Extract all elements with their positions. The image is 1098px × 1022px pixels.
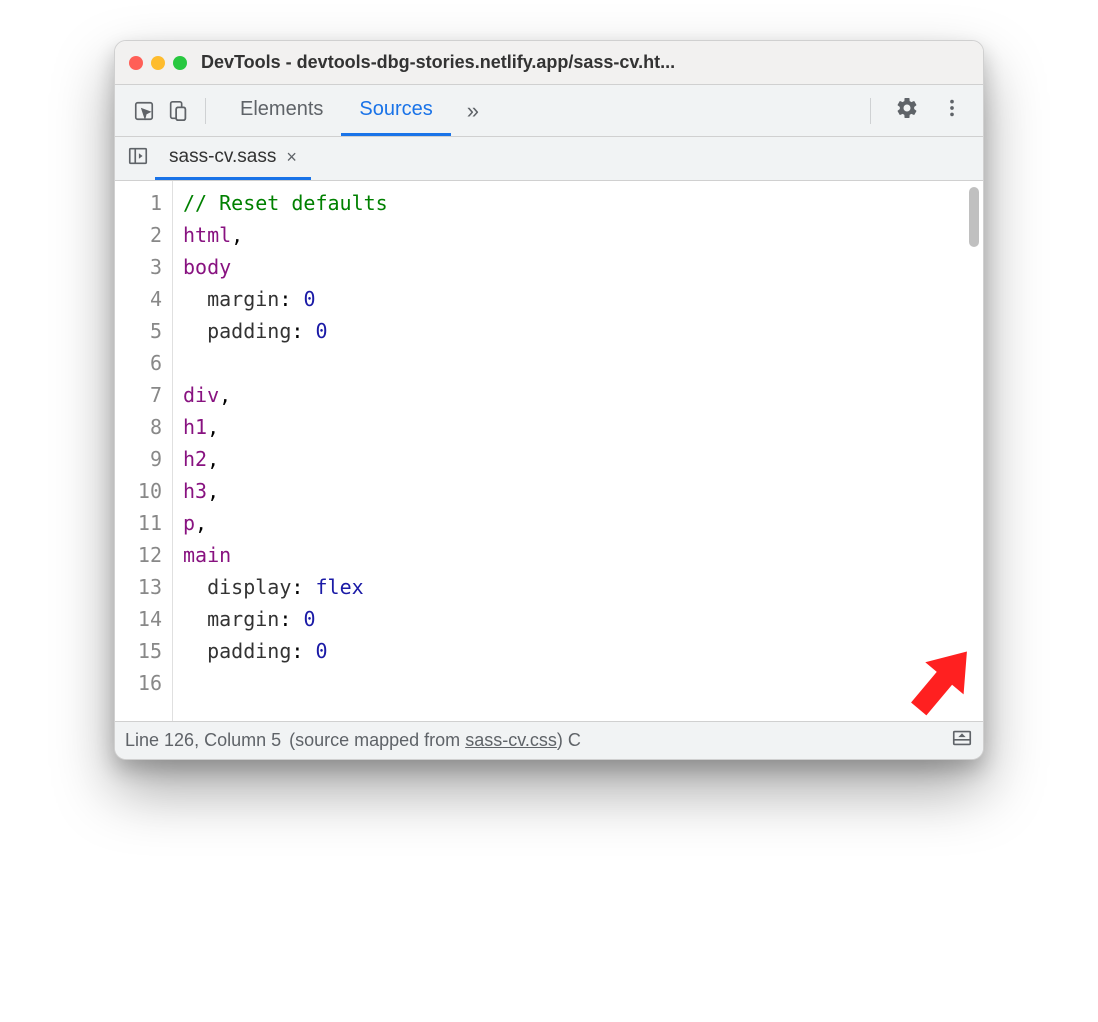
code-editor[interactable]: // Reset defaultshtml,body margin: 0 pad… xyxy=(173,181,983,721)
line-number: 16 xyxy=(115,667,162,699)
line-number: 5 xyxy=(115,315,162,347)
more-options-icon[interactable] xyxy=(933,93,971,128)
line-number: 15 xyxy=(115,635,162,667)
close-tab-icon[interactable]: × xyxy=(286,147,297,168)
code-line[interactable]: main xyxy=(183,539,983,571)
code-line[interactable]: h2, xyxy=(183,443,983,475)
line-number: 6 xyxy=(115,347,162,379)
code-line[interactable] xyxy=(183,347,983,379)
source-map-link[interactable]: sass-cv.css xyxy=(465,730,557,750)
line-number: 2 xyxy=(115,219,162,251)
code-line[interactable]: p, xyxy=(183,507,983,539)
editor-area: 12345678910111213141516 // Reset default… xyxy=(115,181,983,721)
line-number: 12 xyxy=(115,539,162,571)
code-line[interactable]: padding: 0 xyxy=(183,315,983,347)
code-line[interactable]: margin: 0 xyxy=(183,283,983,315)
line-number: 14 xyxy=(115,603,162,635)
code-line[interactable]: // Reset defaults xyxy=(183,187,983,219)
code-line[interactable]: h1, xyxy=(183,411,983,443)
code-line[interactable]: h3, xyxy=(183,475,983,507)
titlebar: DevTools - devtools-dbg-stories.netlify.… xyxy=(115,41,983,85)
cursor-position: Line 126, Column 5 xyxy=(125,730,281,751)
main-tabs: Elements Sources xyxy=(222,85,451,136)
code-line[interactable]: div, xyxy=(183,379,983,411)
separator xyxy=(205,98,206,124)
scrollbar-thumb[interactable] xyxy=(969,187,979,247)
source-map-info: (source mapped from sass-cv.css) C xyxy=(289,730,581,751)
device-toolbar-icon[interactable] xyxy=(161,94,195,128)
close-window-button[interactable] xyxy=(129,56,143,70)
statusbar: Line 126, Column 5 (source mapped from s… xyxy=(115,721,983,759)
code-line[interactable]: display: flex xyxy=(183,571,983,603)
code-line[interactable]: margin: 0 xyxy=(183,603,983,635)
file-tabs-row: sass-cv.sass × xyxy=(115,137,983,181)
separator xyxy=(870,98,871,124)
line-number: 3 xyxy=(115,251,162,283)
tab-elements[interactable]: Elements xyxy=(222,85,341,136)
drawer-toggle-icon[interactable] xyxy=(951,727,973,754)
line-number: 10 xyxy=(115,475,162,507)
inspect-element-icon[interactable] xyxy=(127,94,161,128)
line-gutter: 12345678910111213141516 xyxy=(115,181,173,721)
window-title: DevTools - devtools-dbg-stories.netlify.… xyxy=(201,52,969,73)
file-tab-name: sass-cv.sass xyxy=(169,146,276,168)
tab-sources[interactable]: Sources xyxy=(341,85,450,136)
toolbar: Elements Sources » xyxy=(115,85,983,137)
line-number: 8 xyxy=(115,411,162,443)
file-tab-sass-cv[interactable]: sass-cv.sass × xyxy=(155,137,311,180)
devtools-window: DevTools - devtools-dbg-stories.netlify.… xyxy=(114,40,984,760)
line-number: 13 xyxy=(115,571,162,603)
code-line[interactable]: padding: 0 xyxy=(183,635,983,667)
line-number: 1 xyxy=(115,187,162,219)
code-line[interactable]: body xyxy=(183,251,983,283)
maximize-window-button[interactable] xyxy=(173,56,187,70)
window-controls xyxy=(129,56,187,70)
more-tabs-icon[interactable]: » xyxy=(457,98,489,124)
line-number: 4 xyxy=(115,283,162,315)
settings-gear-icon[interactable] xyxy=(887,92,927,129)
code-line[interactable]: html, xyxy=(183,219,983,251)
line-number: 9 xyxy=(115,443,162,475)
navigator-toggle-icon[interactable] xyxy=(121,145,155,172)
line-number: 11 xyxy=(115,507,162,539)
minimize-window-button[interactable] xyxy=(151,56,165,70)
line-number: 7 xyxy=(115,379,162,411)
code-line[interactable] xyxy=(183,667,983,699)
